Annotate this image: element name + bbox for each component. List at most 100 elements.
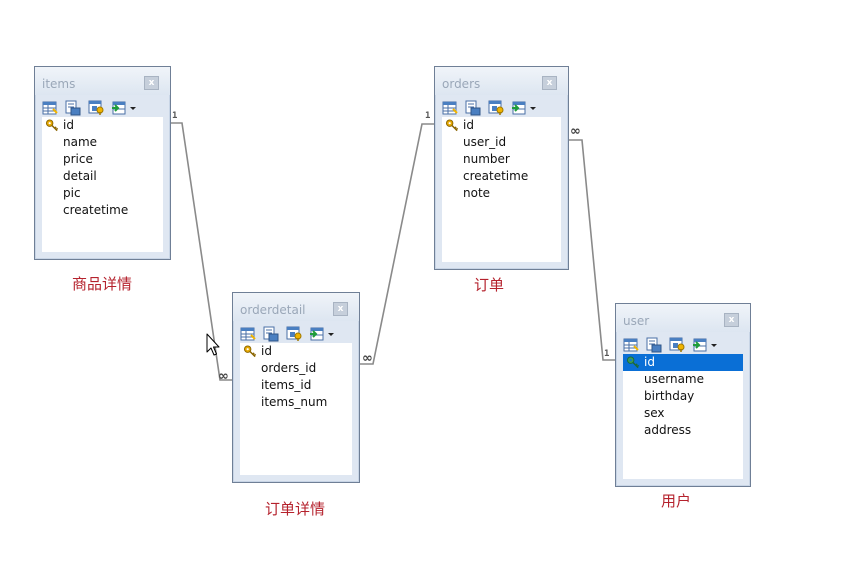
field-row-id[interactable]: id (442, 117, 561, 134)
field-name: id (261, 344, 272, 358)
field-row-username[interactable]: username (623, 371, 743, 388)
field-name: sex (644, 406, 665, 420)
field-list-icon[interactable] (465, 100, 481, 116)
design-table-icon[interactable] (692, 337, 708, 353)
close-button[interactable]: x (542, 76, 557, 90)
close-button[interactable]: x (144, 76, 159, 90)
relation-orders-orderdetail (360, 123, 434, 365)
field-row-address[interactable]: address (623, 422, 743, 439)
relation-orders-user (569, 139, 615, 361)
table-view-icon[interactable] (442, 100, 458, 116)
field-row-id[interactable]: id (240, 343, 352, 360)
field-list: id username birthday sex address (623, 354, 743, 479)
field-row-items-id[interactable]: items_id (240, 377, 352, 394)
field-row-id[interactable]: id (42, 117, 163, 134)
index-key-icon[interactable] (88, 100, 104, 116)
field-name: detail (63, 169, 97, 183)
field-name: createtime (463, 169, 529, 183)
table-user[interactable]: user x id username birthday sex address (615, 303, 751, 487)
field-name: id (644, 355, 655, 369)
field-name: items_num (261, 395, 328, 409)
primary-key-icon (45, 119, 59, 132)
field-row-sex[interactable]: sex (623, 405, 743, 422)
primary-key-icon (626, 356, 640, 369)
table-header[interactable]: orderdetail x (233, 293, 359, 321)
cardinality-many-orderdetail-right: ∞ (362, 351, 373, 366)
field-list: id user_idnumber createtime note (442, 117, 561, 262)
table-toolbar (623, 336, 718, 354)
table-items[interactable]: items x id name price detail pic createtime (34, 66, 171, 260)
close-button[interactable]: x (724, 313, 739, 327)
cardinality-one-user: 1 (604, 349, 610, 359)
field-list-icon[interactable] (646, 337, 662, 353)
primary-key-icon (445, 119, 459, 132)
field-name: username (644, 372, 704, 386)
field-name: user_id (463, 135, 507, 149)
mouse-cursor-icon (206, 333, 220, 356)
field-row-id[interactable]: id (623, 354, 743, 371)
field-row-detail[interactable]: detail (42, 168, 163, 185)
cardinality-one-orders: 1 (425, 111, 431, 121)
field-name: id (463, 118, 474, 132)
caption-items: 商品详情 (72, 275, 133, 293)
table-title: user (623, 314, 650, 328)
field-name: birthday (644, 389, 695, 403)
primary-key-icon (243, 345, 257, 358)
caption-orderdetail: 订单详情 (265, 500, 326, 518)
field-name: address (644, 423, 692, 437)
caption-user: 用户 (661, 492, 692, 510)
field-name: id (63, 118, 74, 132)
dropdown-arrow-icon[interactable] (529, 100, 537, 116)
dropdown-arrow-icon[interactable] (710, 337, 718, 353)
field-name: createtime (63, 203, 129, 217)
dropdown-arrow-icon[interactable] (327, 326, 335, 342)
field-row-price[interactable]: price (42, 151, 163, 168)
table-header[interactable]: orders x (435, 67, 568, 95)
field-row-birthday[interactable]: birthday (623, 388, 743, 405)
field-name: name (63, 135, 98, 149)
table-orderdetail[interactable]: orderdetail x id orders_id items_id items_n… (232, 292, 360, 483)
cardinality-many-orderdetail-left: ∞ (218, 369, 229, 384)
table-toolbar (42, 99, 137, 117)
table-orders[interactable]: orders x id user_idnumber createtime note (434, 66, 569, 270)
index-key-icon[interactable] (488, 100, 504, 116)
field-row-pic[interactable]: pic (42, 185, 163, 202)
field-list: id name price detail pic createtime (42, 117, 163, 252)
field-row-name[interactable]: name (42, 134, 163, 151)
cardinality-many-orders: ∞ (570, 124, 581, 139)
field-name: price (63, 152, 93, 166)
relation-items-orderdetail (170, 122, 233, 381)
index-key-icon[interactable] (669, 337, 685, 353)
field-name: number (463, 152, 510, 166)
dropdown-arrow-icon[interactable] (129, 100, 137, 116)
table-view-icon[interactable] (42, 100, 58, 116)
table-header[interactable]: user x (616, 304, 750, 332)
table-toolbar (240, 325, 335, 343)
field-row-user-id[interactable]: user_id (442, 134, 561, 151)
field-name: pic (63, 186, 81, 200)
caption-orders: 订单 (474, 276, 505, 294)
field-row-createtime[interactable]: createtime (442, 168, 561, 185)
design-table-icon[interactable] (111, 100, 127, 116)
field-list: id orders_id items_id items_num (240, 343, 352, 475)
table-view-icon[interactable] (623, 337, 639, 353)
field-row-items-num[interactable]: items_num (240, 394, 352, 411)
field-name: note (463, 186, 491, 200)
field-row-number[interactable]: number (442, 151, 561, 168)
table-view-icon[interactable] (240, 326, 256, 342)
design-table-icon[interactable] (309, 326, 325, 342)
table-title: orders (442, 77, 481, 91)
field-row-orders-id[interactable]: orders_id (240, 360, 352, 377)
field-row-createtime[interactable]: createtime (42, 202, 163, 219)
field-name: items_id (261, 378, 312, 392)
field-name: orders_id (261, 361, 317, 375)
field-list-icon[interactable] (263, 326, 279, 342)
field-row-note[interactable]: note (442, 185, 561, 202)
table-header[interactable]: items x (35, 67, 170, 95)
close-button[interactable]: x (333, 302, 348, 316)
table-title: items (42, 77, 76, 91)
design-table-icon[interactable] (511, 100, 527, 116)
field-list-icon[interactable] (65, 100, 81, 116)
cardinality-one-items: 1 (172, 111, 178, 121)
index-key-icon[interactable] (286, 326, 302, 342)
